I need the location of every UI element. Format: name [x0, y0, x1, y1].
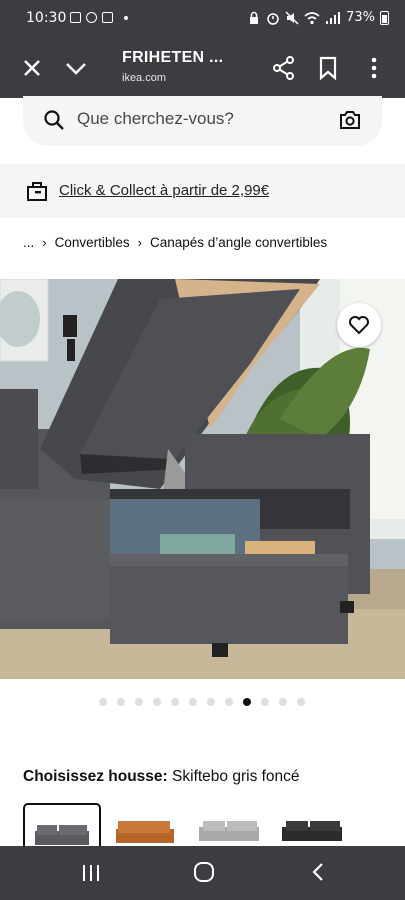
sofa-thumbnail-dark-grey	[35, 825, 89, 845]
breadcrumb-separator: ›	[137, 235, 142, 250]
carousel-dot[interactable]	[261, 698, 269, 706]
battery-percent: 73%	[346, 10, 375, 25]
cover-label: Choisissez housse:	[23, 768, 168, 785]
carousel-indicator[interactable]	[0, 698, 405, 708]
sofa-thumbnail-light-grey	[199, 821, 259, 841]
system-icons: 73%	[247, 10, 389, 25]
cover-selected-value: Skiftebo gris foncé	[172, 768, 300, 785]
status-time: 10:30	[26, 10, 67, 26]
page-domain: ikea.com	[122, 72, 167, 84]
carousel-dot[interactable]	[279, 698, 287, 706]
bookmark-icon[interactable]	[314, 54, 342, 82]
carousel-dot[interactable]	[297, 698, 305, 706]
heart-icon	[349, 316, 369, 335]
favorite-button[interactable]	[337, 303, 381, 347]
breadcrumb-item-convertibles[interactable]: Convertibles	[55, 235, 130, 250]
carousel-dot[interactable]	[225, 698, 233, 706]
carousel-dot[interactable]	[99, 698, 107, 706]
close-icon[interactable]	[18, 54, 46, 82]
notification-icons	[70, 12, 128, 23]
breadcrumb-item-corner-sofa-beds[interactable]: Canapés d’angle convertibles	[150, 235, 327, 250]
mute-icon	[285, 11, 299, 24]
click-collect-banner[interactable]: Click & Collect à partir de 2,99€	[0, 164, 405, 218]
carousel-dot[interactable]	[243, 698, 251, 706]
cover-option-orange-brown[interactable]	[112, 803, 190, 847]
chevron-down-icon[interactable]	[62, 54, 90, 82]
breadcrumb-separator: ›	[42, 235, 47, 250]
signal-icon	[326, 11, 341, 24]
click-collect-link[interactable]: Click & Collect à partir de 2,99€	[59, 182, 269, 199]
chrome-notification-icon	[86, 12, 97, 23]
search-input[interactable]: Que cherchez-vous?	[77, 109, 234, 129]
more-options-icon[interactable]	[360, 54, 388, 82]
home-icon[interactable]	[193, 861, 215, 883]
more-notifications-icon	[124, 15, 128, 20]
instagram-notification-icon	[102, 12, 113, 23]
status-bar: 10:30 73%	[0, 0, 405, 38]
breadcrumb: ... › Convertibles › Canapés d’angle con…	[23, 235, 327, 250]
share-icon[interactable]	[270, 54, 298, 82]
cover-option-dark-grey[interactable]	[23, 803, 101, 847]
back-icon[interactable]	[308, 861, 330, 883]
carousel-dot[interactable]	[189, 698, 197, 706]
store-pickup-icon	[27, 182, 47, 201]
cover-options	[0, 803, 405, 847]
cover-option-black[interactable]	[278, 803, 356, 847]
sofa-thumbnail-orange-brown	[116, 821, 174, 843]
search-bar[interactable]: Que cherchez-vous?	[23, 96, 382, 146]
search-icon	[44, 110, 64, 130]
sofa-thumbnail-black	[282, 821, 342, 841]
browser-toolbar: FRIHETEN ... ikea.com	[0, 38, 405, 98]
lock-icon	[250, 11, 259, 24]
camera-search-icon[interactable]	[338, 108, 362, 132]
battery-icon	[380, 10, 389, 25]
carousel-dot[interactable]	[153, 698, 161, 706]
wifi-icon	[304, 11, 320, 24]
carousel-dot[interactable]	[171, 698, 179, 706]
cover-option-light-grey[interactable]	[195, 803, 273, 847]
alarm-icon	[267, 12, 279, 25]
carousel-dot[interactable]	[117, 698, 125, 706]
system-navigation-bar	[0, 846, 405, 900]
carousel-dot[interactable]	[207, 698, 215, 706]
page-title: FRIHETEN ...	[122, 49, 224, 66]
cover-selector-label: Choisissez housse: Skiftebo gris foncé	[23, 768, 300, 786]
breadcrumb-ellipsis[interactable]: ...	[23, 235, 34, 250]
recent-apps-icon[interactable]	[80, 862, 102, 884]
gallery-notification-icon	[70, 12, 81, 23]
carousel-dot[interactable]	[135, 698, 143, 706]
